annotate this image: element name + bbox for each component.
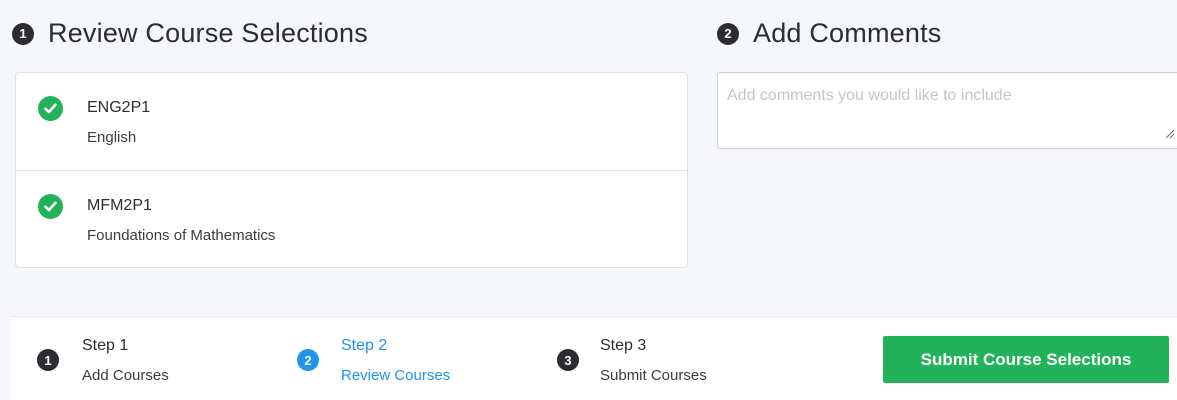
course-name: Foundations of Mathematics xyxy=(87,227,276,244)
step-subtitle: Submit Courses xyxy=(600,367,707,384)
review-section-title: Review Course Selections xyxy=(48,18,368,48)
resize-handle-icon[interactable] xyxy=(1163,127,1175,139)
section-number-badge: 2 xyxy=(717,22,739,45)
page: 1 Review Course Selections 2 Add Comment… xyxy=(0,0,1177,400)
comments-textarea[interactable] xyxy=(717,72,1177,149)
course-item-mfm2p1: MFM2P1 Foundations of Mathematics xyxy=(16,170,687,267)
step-title: Step 3 xyxy=(600,337,647,354)
section-number-badge: 1 xyxy=(12,22,34,45)
step-number-badge: 1 xyxy=(37,349,59,371)
review-section-heading: 1 Review Course Selections xyxy=(12,18,368,49)
comments-section-title: Add Comments xyxy=(753,18,942,48)
step-number-badge: 2 xyxy=(297,349,319,371)
comments-section-heading: 2 Add Comments xyxy=(717,18,941,49)
step-title: Step 2 xyxy=(341,337,388,354)
course-code: MFM2P1 xyxy=(87,197,152,214)
step-subtitle: Add Courses xyxy=(82,367,169,384)
course-item-eng2p1: ENG2P1 English xyxy=(16,73,687,170)
course-list-card: ENG2P1 English MFM2P1 Foundations of Mat… xyxy=(15,72,688,268)
check-circle-icon xyxy=(38,96,63,121)
step-number-badge: 3 xyxy=(557,349,579,371)
submit-course-selections-button[interactable]: Submit Course Selections xyxy=(883,336,1169,383)
course-code: ENG2P1 xyxy=(87,99,151,116)
step-subtitle: Review Courses xyxy=(341,367,451,384)
course-name: English xyxy=(87,129,137,146)
check-circle-icon xyxy=(38,194,63,219)
step-title: Step 1 xyxy=(82,337,129,354)
